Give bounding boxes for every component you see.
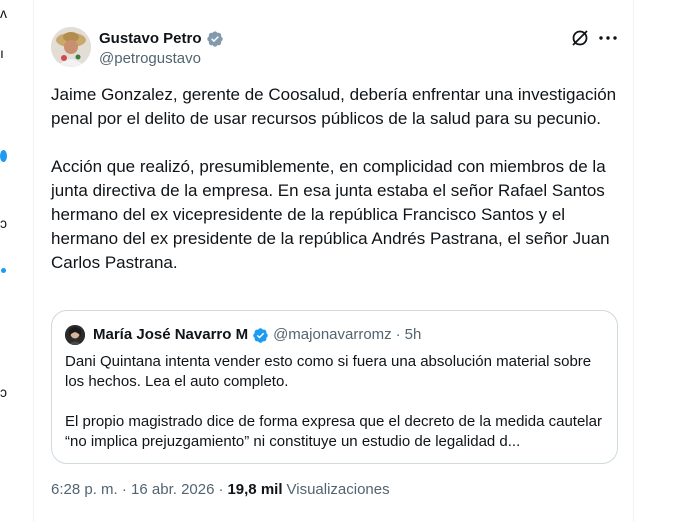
quote-paragraph: Dani Quintana intenta vender esto como s… [65,353,592,390]
quote-avatar-image [65,325,85,345]
separator-dot: · [218,481,224,498]
verified-badge-icon[interactable] [206,30,224,48]
author-name-row: Gustavo Petro [99,29,224,48]
avatar[interactable] [51,27,91,67]
tweet-paragraph: Acción que realizó, presumiblemente, en … [51,157,610,272]
left-edge-fragment: ʌ ı ɔ ɔ [0,0,10,522]
verified-badge-icon[interactable] [252,327,269,344]
views-label: Visualizaciones [286,481,390,498]
quote-text: Dani Quintana intenta vender esto como s… [65,352,610,452]
edge-blue-dot [0,150,7,162]
edge-glyph: ı [0,45,4,61]
edge-glyph: ɔ [0,215,7,231]
author-name[interactable]: Gustavo Petro [99,29,202,48]
tweet-text: Jaime Gonzalez, gerente de Coosalud, deb… [51,83,631,275]
quote-paragraph: El propio magistrado dice de forma expre… [65,412,610,452]
edge-glyph: ɔ [0,384,7,400]
quote-paragraph-truncated: El propio magistrado dice de forma expre… [65,413,602,450]
views-count: 19,8 mil [227,481,283,498]
more-options-icon[interactable] [597,28,619,48]
tweet-paragraph: Jaime Gonzalez, gerente de Coosalud, deb… [51,85,617,128]
author-handle[interactable]: @petrogustavo [99,49,201,68]
avatar-image [51,27,91,67]
tweet-header: Gustavo Petro @petrogustavo [51,27,621,71]
quote-timestamp[interactable]: 5h [405,325,422,345]
tweet-timestamp[interactable]: 6:28 p. m. · 16 abr. 2026 [51,480,214,500]
edge-blue-dot [1,268,6,273]
tweet-meta: 6:28 p. m. · 16 abr. 2026 · 19,8 mil Vis… [51,480,390,500]
tweet-card: Gustavo Petro @petrogustavo Jaime Gonzal… [33,0,634,522]
quoted-tweet[interactable]: María José Navarro M @majonavarromz · 5h… [51,310,618,464]
quote-header: María José Navarro M @majonavarromz · 5h [93,325,421,345]
edge-glyph: ʌ [0,5,7,21]
separator-dot: · [395,326,401,343]
quote-author-handle[interactable]: @majonavarromz [273,325,392,345]
quote-avatar[interactable] [65,325,85,345]
quote-author-name[interactable]: María José Navarro M [93,325,248,345]
grok-icon[interactable] [570,28,590,48]
